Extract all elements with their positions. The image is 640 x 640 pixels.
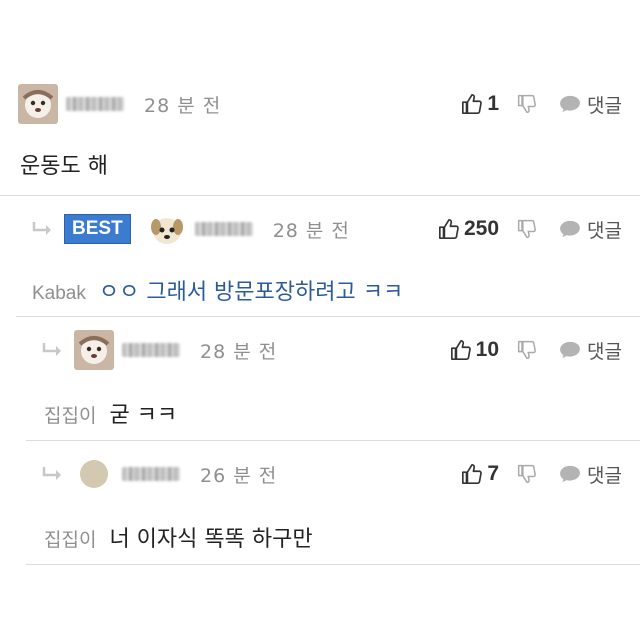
comment-time: 28 분 전 — [200, 340, 278, 363]
comment-body: Kabak ㅇㅇ 그래서 방문포장하려고 ㅋㅋ — [32, 274, 403, 306]
dislike-button[interactable] — [517, 219, 537, 239]
reply-button[interactable]: 댓글 — [559, 216, 622, 243]
thumbs-down-icon — [517, 219, 536, 239]
like-button[interactable]: 1 — [461, 92, 499, 116]
comment-bubble-icon — [560, 465, 580, 483]
mention-author[interactable]: 집집이 — [44, 530, 96, 551]
reply-button[interactable]: 댓글 — [559, 461, 622, 488]
comment-time: 28 분 전 — [272, 219, 350, 242]
comment-actions: 250 댓글 — [438, 209, 622, 249]
reply-button[interactable]: 댓글 — [559, 337, 622, 364]
reply-button[interactable]: 댓글 — [559, 91, 622, 118]
divider — [0, 195, 640, 196]
thumbs-down-icon — [517, 464, 536, 484]
best-badge: BEST — [64, 214, 131, 244]
avatar[interactable] — [74, 330, 114, 370]
divider — [26, 564, 640, 565]
comment-body: 집집이 굳 ㅋㅋ — [44, 397, 177, 429]
comment-body: 운동도 해 — [20, 154, 108, 179]
comment-actions: 1 댓글 — [461, 84, 622, 124]
dislike-button[interactable] — [517, 94, 537, 114]
like-button[interactable]: 10 — [450, 338, 499, 362]
like-button[interactable]: 7 — [461, 462, 499, 486]
reply-label: 댓글 — [587, 464, 622, 487]
divider — [16, 316, 640, 317]
comment-actions: 7 댓글 — [461, 454, 622, 494]
comment-bubble-icon — [560, 95, 580, 113]
reply-label: 댓글 — [587, 340, 622, 363]
comment-text: 굳 ㅋㅋ — [109, 403, 178, 428]
username-blurred[interactable]: user — [194, 222, 253, 236]
comment-text: ㅇㅇ 그래서 방문포장하려고 ㅋㅋ — [98, 280, 404, 305]
like-count: 10 — [475, 338, 500, 361]
like-button[interactable]: 250 — [438, 217, 499, 241]
mention-author[interactable]: 집집이 — [44, 406, 96, 427]
avatar[interactable] — [80, 460, 108, 488]
thumbs-down-icon — [517, 94, 536, 114]
reply-arrow-icon — [32, 218, 54, 240]
dislike-button[interactable] — [517, 340, 537, 360]
username-blurred[interactable]: user — [122, 467, 180, 481]
like-count: 250 — [463, 217, 500, 240]
comment-time: 28 분 전 — [144, 94, 222, 117]
thumbs-up-icon — [450, 340, 471, 360]
reply-arrow-icon — [42, 339, 64, 361]
reply-label: 댓글 — [587, 219, 622, 242]
thumbs-up-icon — [462, 464, 483, 484]
comment-actions: 10 댓글 — [450, 330, 622, 370]
mention-author[interactable]: Kabak — [32, 283, 86, 304]
dislike-button[interactable] — [517, 464, 537, 484]
thumbs-up-icon — [462, 94, 483, 114]
divider — [26, 440, 640, 441]
reply-arrow-icon — [42, 463, 64, 485]
reply-label: 댓글 — [587, 94, 622, 117]
comment-time: 26 분 전 — [200, 464, 278, 487]
comment-text: 너 이자식 똑똑 하구만 — [109, 527, 313, 552]
like-count: 1 — [487, 92, 500, 115]
username-blurred[interactable]: user — [122, 343, 180, 357]
comment-thread: user 28 분 전 1 댓글 운동도 해 BEST — [0, 0, 640, 640]
comment-bubble-icon — [560, 220, 580, 238]
comment-bubble-icon — [560, 341, 580, 359]
avatar[interactable] — [18, 84, 58, 124]
thumbs-up-icon — [438, 219, 459, 239]
username-blurred[interactable]: user — [66, 97, 124, 111]
like-count: 7 — [487, 462, 500, 485]
thumbs-down-icon — [517, 340, 536, 360]
comment-body: 집집이 너 이자식 똑똑 하구만 — [44, 521, 313, 553]
avatar[interactable] — [146, 209, 187, 249]
